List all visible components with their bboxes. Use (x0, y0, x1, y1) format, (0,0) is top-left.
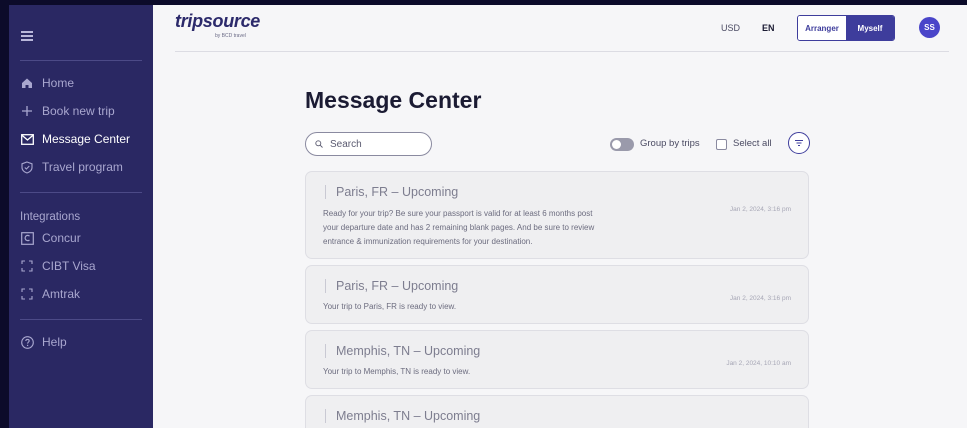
top-bar: tripsource by BCD travel USD EN Arranger… (175, 5, 949, 52)
select-all-checkbox[interactable] (716, 139, 727, 150)
help-icon (20, 335, 34, 349)
bracket-icon (20, 287, 34, 301)
message-body-line: entrance & immunization requirements for… (323, 237, 533, 246)
filter-button[interactable] (788, 132, 810, 154)
logo[interactable]: tripsource by BCD travel (175, 11, 261, 39)
sidebar-divider (20, 319, 142, 320)
arranger-button[interactable]: Arranger (798, 16, 846, 40)
avatar[interactable]: SS (919, 17, 940, 38)
bracket-icon (20, 259, 34, 273)
message-card[interactable]: Paris, FR – Upcoming Ready for your trip… (305, 171, 809, 259)
currency-selector[interactable]: USD (721, 23, 740, 33)
plus-icon (20, 104, 34, 118)
sidebar-item-label: Home (42, 76, 75, 90)
message-card[interactable]: Paris, FR – Upcoming Your trip to Paris,… (305, 265, 809, 324)
sidebar-item-book-new-trip[interactable]: Book new trip (20, 104, 115, 118)
message-body-line: your departure date and has 2 remaining … (323, 223, 595, 232)
sidebar-item-amtrak[interactable]: Amtrak (20, 287, 80, 301)
message-body: Your trip to Paris, FR is ready to view. (323, 300, 456, 314)
message-title: Paris, FR – Upcoming (325, 279, 458, 293)
app-frame: Home Book new trip Message Center Travel… (9, 5, 967, 428)
shield-icon (20, 160, 34, 174)
sidebar-divider (20, 60, 142, 61)
message-title: Memphis, TN – Upcoming (325, 409, 480, 423)
sidebar: Home Book new trip Message Center Travel… (9, 5, 153, 428)
message-body: Ready for your trip? Be sure your passpo… (323, 207, 594, 249)
myself-button[interactable]: Myself (846, 16, 894, 40)
message-body-line: Your trip to Paris, FR is ready to view. (323, 302, 457, 311)
group-by-trips-toggle[interactable] (610, 138, 634, 151)
concur-icon (20, 231, 34, 245)
sidebar-divider (20, 192, 142, 193)
logo-subtitle: by BCD travel (215, 33, 246, 39)
sidebar-item-label: Concur (42, 231, 81, 245)
sidebar-item-label: Amtrak (42, 287, 81, 301)
sidebar-item-message-center[interactable]: Message Center (20, 132, 130, 146)
main-content: tripsource by BCD travel USD EN Arranger… (153, 5, 967, 428)
message-title: Paris, FR – Upcoming (325, 185, 458, 199)
message-date: Jan 2, 2024, 3:16 pm (729, 206, 791, 213)
role-toggle: Arranger Myself (797, 15, 895, 41)
home-icon (20, 76, 34, 90)
message-title: Memphis, TN – Upcoming (325, 344, 480, 358)
group-by-trips-label: Group by trips (640, 138, 700, 149)
language-selector[interactable]: EN (762, 23, 775, 33)
search-input[interactable]: Search (305, 132, 432, 156)
filter-icon (795, 140, 803, 146)
sidebar-item-label: Message Center (42, 132, 131, 146)
message-date: Jan 2, 2024, 3:16 pm (729, 295, 791, 302)
integrations-heading: Integrations (20, 211, 81, 223)
sidebar-item-home[interactable]: Home (20, 76, 74, 90)
mail-icon (20, 132, 34, 146)
sidebar-item-concur[interactable]: Concur (20, 231, 81, 245)
sidebar-item-label: Book new trip (42, 104, 115, 118)
sidebar-item-help[interactable]: Help (20, 335, 67, 349)
message-body: Your trip to Memphis, TN is ready to vie… (323, 365, 470, 379)
sidebar-item-label: Help (42, 335, 67, 349)
sidebar-item-label: Travel program (42, 160, 123, 174)
sidebar-item-travel-program[interactable]: Travel program (20, 160, 123, 174)
sidebar-item-cibt-visa[interactable]: CIBT Visa (20, 259, 96, 273)
logo-wordmark: tripsource (175, 11, 261, 31)
message-card[interactable]: Memphis, TN – Upcoming (305, 395, 809, 428)
sidebar-item-label: CIBT Visa (42, 259, 96, 273)
search-placeholder: Search (330, 138, 362, 150)
message-card[interactable]: Memphis, TN – Upcoming Your trip to Memp… (305, 330, 809, 389)
message-body-line: Ready for your trip? Be sure your passpo… (323, 209, 593, 218)
search-icon (315, 140, 323, 148)
message-date: Jan 2, 2024, 10:10 am (726, 360, 791, 367)
page-title: Message Center (305, 87, 482, 113)
select-all-label: Select all (733, 138, 772, 149)
menu-icon[interactable] (21, 31, 33, 41)
message-body-line: Your trip to Memphis, TN is ready to vie… (323, 367, 471, 376)
